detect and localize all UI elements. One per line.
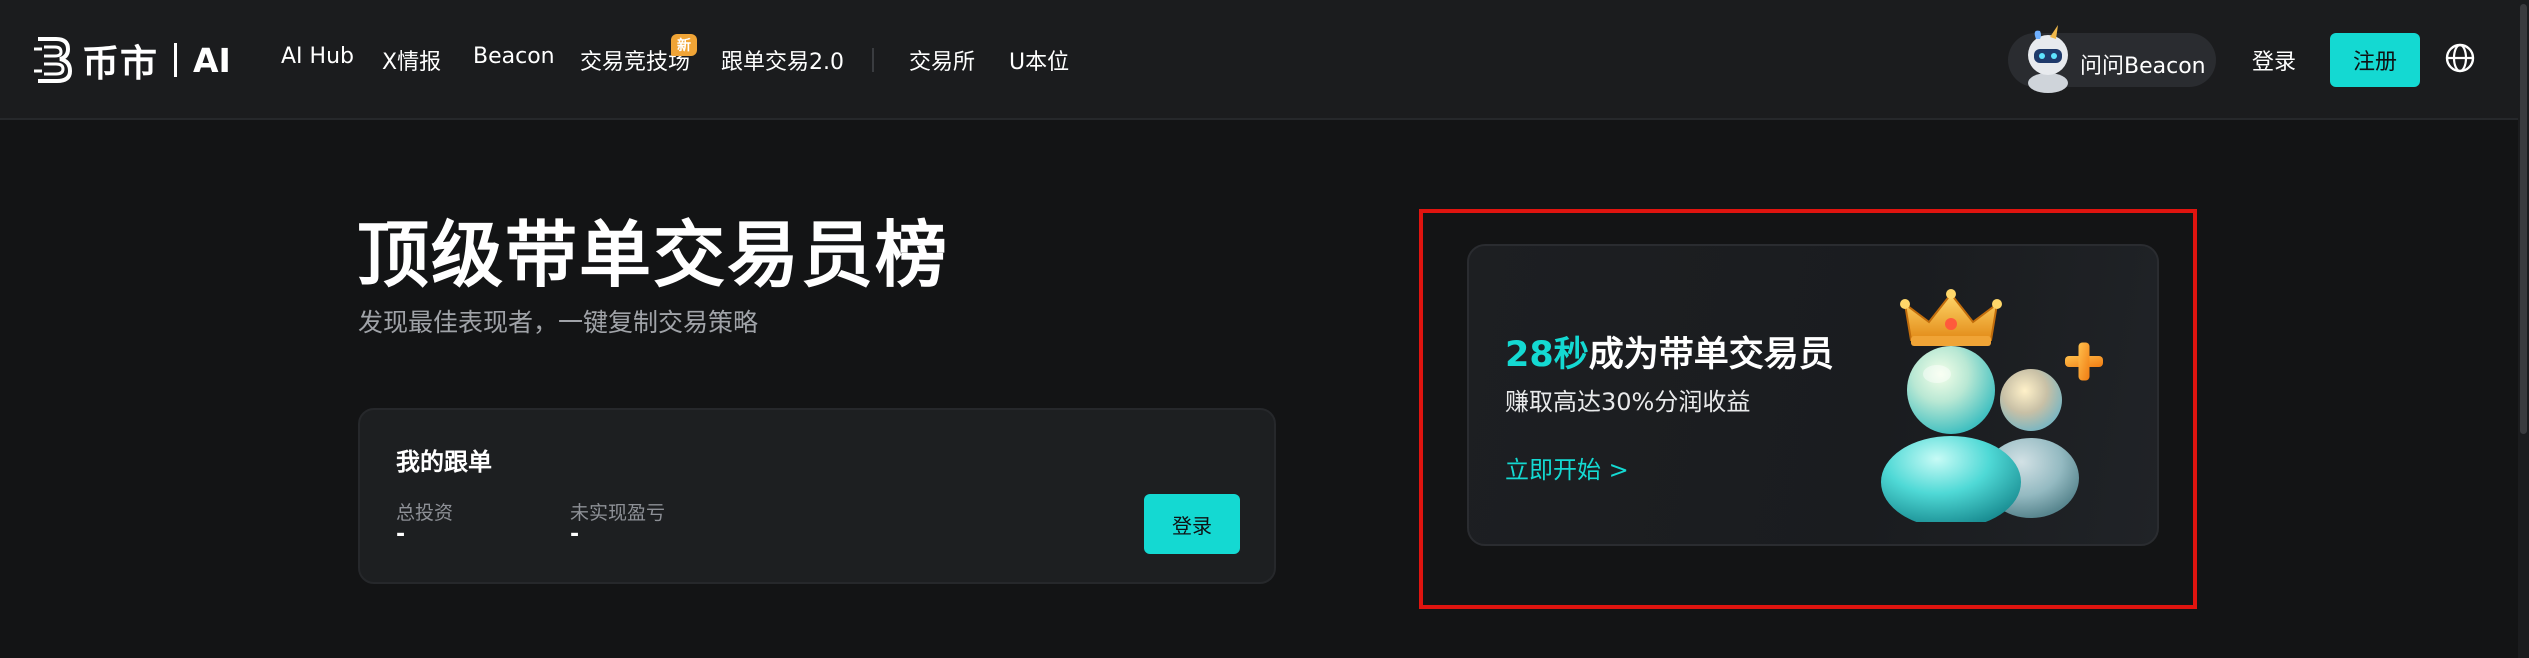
logo-text: 币市 xyxy=(82,42,158,85)
unrealized-pnl-value: - xyxy=(570,522,580,547)
scrollbar-thumb[interactable] xyxy=(2520,4,2527,434)
promo-headline-rest: 成为带单交易员 xyxy=(1588,335,1834,375)
beacon-avatar-icon xyxy=(2028,25,2068,93)
globe-icon[interactable] xyxy=(2444,42,2476,74)
promo-headline-accent: 28秒 xyxy=(1505,335,1589,375)
become-lead-trader-card[interactable]: 28秒成为带单交易员 赚取高达30%分润收益 立即开始 > xyxy=(1467,244,2159,546)
page-root: 币市 AI AI Hub X情报 Beacon 交易竞技场 新 跟单交易2.0 … xyxy=(0,0,2529,658)
nav-divider xyxy=(872,48,874,72)
new-badge: 新 xyxy=(671,34,697,56)
page-subtitle: 发现最佳表现者，一键复制交易策略 xyxy=(358,308,759,337)
logo[interactable]: 币市 AI xyxy=(32,32,231,88)
total-investment-label: 总投资 xyxy=(396,502,454,524)
ask-beacon-label: 问问Beacon xyxy=(2080,54,2206,79)
nav-login-link[interactable]: 登录 xyxy=(2252,44,2296,76)
nav-link-x-intel[interactable]: X情报 xyxy=(382,44,441,76)
logo-b-icon xyxy=(34,37,73,83)
trader-crown-illustration xyxy=(1881,289,2103,522)
unrealized-pnl-label: 未实现盈亏 xyxy=(570,502,666,524)
start-now-link[interactable]: 立即开始 > xyxy=(1505,450,1629,485)
nav-link-exchange[interactable]: 交易所 xyxy=(909,44,975,76)
ask-beacon-button[interactable]: 问问Beacon xyxy=(2008,25,2216,93)
my-copy-trades-title: 我的跟单 xyxy=(396,448,492,476)
nav-link-copy-trading[interactable]: 跟单交易2.0 xyxy=(721,44,844,76)
card-login-button[interactable]: 登录 xyxy=(1144,494,1240,554)
top-nav: 币市 AI AI Hub X情报 Beacon 交易竞技场 新 跟单交易2.0 … xyxy=(0,0,2529,120)
total-investment-value: - xyxy=(396,522,406,547)
nav-link-ai-hub[interactable]: AI Hub xyxy=(281,44,354,69)
nav-signup-button[interactable]: 注册 xyxy=(2330,33,2420,87)
my-copy-trades-card: 我的跟单 总投资 - 未实现盈亏 - 登录 xyxy=(358,408,1276,584)
logo-divider xyxy=(174,43,177,77)
promo-subtitle: 赚取高达30%分润收益 xyxy=(1505,388,1751,416)
nav-link-beacon[interactable]: Beacon xyxy=(473,44,555,69)
nav-link-usdt-futures[interactable]: U本位 xyxy=(1009,44,1069,76)
promo-headline: 28秒成为带单交易员 xyxy=(1505,326,1834,377)
page-title: 顶级带单交易员榜 xyxy=(357,213,950,297)
logo-ai-text: AI xyxy=(193,40,231,80)
